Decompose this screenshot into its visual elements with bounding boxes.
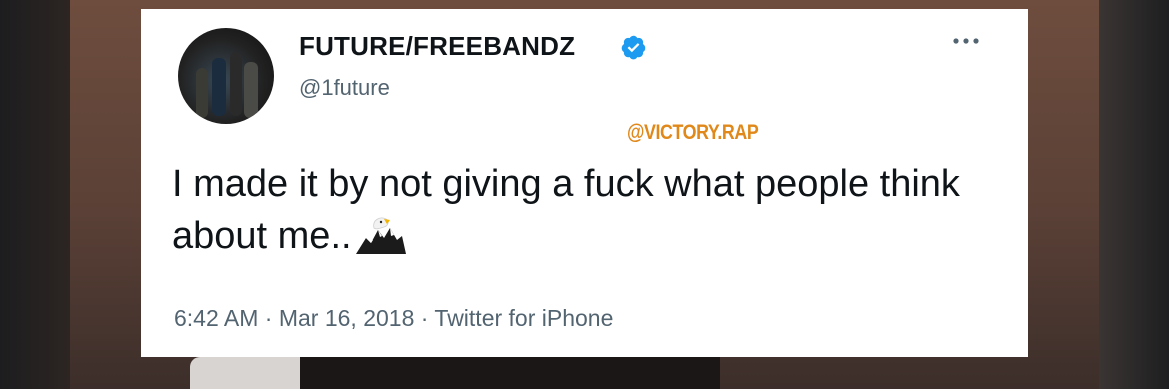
display-name[interactable]: FUTURE/FREEBANDZ [299,31,575,62]
tweet-source[interactable]: Twitter for iPhone [434,305,613,331]
tweet-meta: 6:42 AM · Mar 16, 2018 · Twitter for iPh… [174,305,613,332]
meta-separator: · [420,305,429,331]
watermark-text: @VICTORY.RAP [627,121,759,144]
more-options-icon[interactable] [946,31,986,51]
user-handle[interactable]: @1future [299,75,390,101]
tweet-date[interactable]: Mar 16, 2018 [279,305,415,331]
tweet-text: I made it by not giving a fuck what peop… [172,163,960,257]
tweet-time[interactable]: 6:42 AM [174,305,258,331]
tweet-body: I made it by not giving a fuck what peop… [172,158,992,262]
avatar[interactable] [178,28,274,124]
tweet-card: FUTURE/FREEBANDZ @1future @VICTORY.RAP I… [141,9,1028,357]
meta-separator: · [264,305,273,331]
background-dark-area [300,357,720,389]
verified-badge-icon [621,35,646,60]
background-right [1099,0,1169,389]
background-left [0,0,70,389]
eagle-icon [355,217,406,254]
